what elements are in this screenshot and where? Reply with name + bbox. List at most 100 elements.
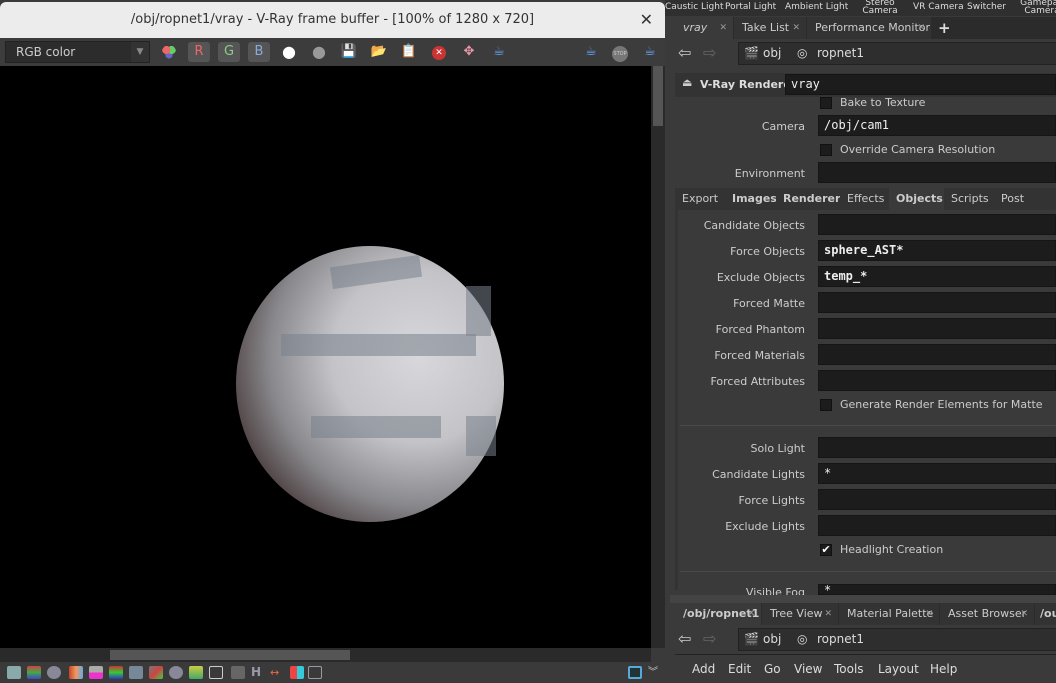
shelf-tool[interactable]: Portal Light — [725, 3, 776, 12]
tab-out[interactable]: /ou — [1035, 603, 1056, 625]
hsl-icon[interactable] — [89, 666, 103, 679]
tab-effects[interactable]: Effects — [840, 188, 893, 210]
folder-open-icon[interactable]: 📂 — [368, 42, 390, 62]
menu-help[interactable]: Help — [930, 662, 957, 676]
camera-field[interactable]: /obj/cam1 — [818, 115, 1056, 136]
back-arrow-icon[interactable]: ⇦ — [678, 629, 691, 648]
curves-icon[interactable] — [149, 666, 163, 679]
info-icon[interactable] — [47, 666, 61, 679]
force-objects-field[interactable]: sphere_AST* — [818, 240, 1056, 261]
shelf-tool[interactable]: Ambient Light — [785, 3, 848, 12]
green-channel-button[interactable]: G — [218, 42, 240, 62]
visible-fog-field[interactable]: * — [818, 584, 1056, 595]
solo-light-field[interactable] — [818, 437, 1056, 458]
vertical-scrollbar[interactable] — [651, 66, 665, 648]
forward-arrow-icon[interactable]: ⇨ — [703, 43, 716, 62]
shelf-tool[interactable]: Stereo Camera — [860, 0, 900, 16]
forced-phantom-field[interactable] — [818, 318, 1056, 339]
candidate-objects-field[interactable] — [818, 214, 1056, 235]
ab-compare-icon[interactable] — [290, 666, 304, 679]
tab-material-palette[interactable]: Material Palette ✕ — [839, 603, 939, 625]
breadcrumb-ropnet1[interactable]: ropnet1 — [817, 43, 864, 64]
tab-renderer[interactable]: Renderer — [776, 188, 849, 210]
generate-matte-checkbox[interactable] — [820, 399, 832, 411]
panel-icon[interactable] — [628, 666, 642, 679]
save-icon[interactable]: 💾 — [338, 42, 360, 62]
tab-vray[interactable]: vray ✕ — [675, 17, 733, 39]
tab-take-list[interactable]: Take List ✕ — [734, 17, 806, 39]
forced-matte-field[interactable] — [818, 292, 1056, 313]
menu-add[interactable]: Add — [692, 662, 715, 676]
teapot-region-icon[interactable]: ☕ — [488, 42, 510, 62]
window-icon[interactable] — [7, 666, 21, 679]
lut-icon[interactable] — [209, 666, 223, 679]
layers-icon[interactable] — [27, 666, 41, 679]
gray-circle-icon[interactable]: ● — [308, 42, 330, 62]
tab-export[interactable]: Export — [675, 188, 727, 210]
compare-icon[interactable]: ↔ — [270, 666, 284, 679]
tab-performance-monitor[interactable]: Performance Monitor ✕ — [807, 17, 931, 39]
override-checkbox[interactable] — [820, 144, 832, 156]
clear-icon[interactable]: ✕ — [428, 42, 450, 62]
breadcrumb-obj[interactable]: obj — [763, 43, 781, 64]
forward-arrow-icon[interactable]: ⇨ — [703, 629, 716, 648]
field-label: Candidate Lights — [712, 468, 805, 481]
menu-go[interactable]: Go — [764, 662, 781, 676]
horizontal-scroll-thumb[interactable] — [110, 650, 350, 660]
divider — [680, 425, 1056, 426]
tab-asset-browser[interactable]: Asset Browser ✕ — [940, 603, 1034, 625]
node-name-field[interactable]: vray — [785, 74, 1056, 95]
breadcrumb-ropnet1[interactable]: ropnet1 — [817, 629, 864, 650]
region-render-icon[interactable]: ✥ — [458, 42, 480, 62]
stop-icon[interactable]: STOP — [609, 42, 631, 62]
shelf-tool[interactable]: Switcher — [967, 3, 1006, 12]
headlight-checkbox[interactable]: ✔ — [820, 544, 832, 556]
color-correction-icon[interactable] — [69, 666, 83, 679]
tab-objects[interactable]: Objects — [889, 188, 951, 210]
menu-layout[interactable]: Layout — [878, 662, 919, 676]
window-title-bar: /obj/ropnet1/vray - V-Ray frame buffer -… — [0, 2, 665, 38]
exclude-objects-field[interactable]: temp_* — [818, 266, 1056, 287]
forced-materials-field[interactable] — [818, 344, 1056, 365]
h-icon[interactable]: H — [251, 666, 265, 679]
add-tab-icon[interactable]: + — [933, 17, 953, 39]
shelf-tool[interactable]: Gamepad Camera — [1017, 0, 1056, 16]
tab-post-translate[interactable]: Post Transl — [994, 188, 1056, 227]
color-channels-icon[interactable] — [158, 42, 180, 62]
breadcrumb-obj[interactable]: obj — [763, 629, 781, 650]
histogram-icon[interactable] — [129, 666, 143, 679]
chevron-down-double-icon[interactable]: ︾ — [648, 666, 662, 679]
force-lights-field[interactable] — [818, 489, 1056, 510]
environment-field[interactable] — [818, 162, 1056, 183]
shelf-tool[interactable]: VR Camera — [913, 3, 964, 12]
exposure-icon[interactable] — [169, 666, 183, 679]
menu-edit[interactable]: Edit — [728, 662, 751, 676]
red-channel-button[interactable]: R — [188, 42, 210, 62]
node-type-icon[interactable]: ⏏ — [682, 76, 692, 89]
render-view[interactable] — [0, 66, 651, 648]
candidate-lights-field[interactable]: * — [818, 463, 1056, 484]
menu-tools[interactable]: Tools — [834, 662, 864, 676]
pane-splitter[interactable] — [670, 595, 1056, 603]
back-arrow-icon[interactable]: ⇦ — [678, 43, 691, 62]
channel-select[interactable]: RGB color ▼ — [5, 41, 150, 63]
lens-effects-icon[interactable] — [308, 666, 322, 679]
bake-checkbox[interactable] — [820, 97, 832, 109]
levels-icon[interactable] — [109, 666, 123, 679]
background-image-icon[interactable] — [189, 666, 203, 679]
exclude-lights-field[interactable] — [818, 515, 1056, 536]
clipboard-icon[interactable]: 📋 — [398, 42, 420, 62]
camera-label: Camera — [761, 120, 805, 133]
menu-view[interactable]: View — [794, 662, 822, 676]
close-icon[interactable]: ✕ — [640, 2, 653, 38]
shelf-tool[interactable]: Caustic Light — [665, 3, 724, 12]
tab-obj-ropnet1[interactable]: /obj/ropnet1 ✕ — [675, 603, 761, 625]
tab-scripts[interactable]: Scripts — [944, 188, 997, 210]
white-circle-icon[interactable]: ● — [278, 42, 300, 62]
ocio-icon[interactable] — [231, 666, 245, 679]
teapot-icon[interactable]: ☕ — [639, 42, 661, 62]
render-teapot-icon[interactable]: ☕ — [580, 42, 602, 62]
forced-attributes-field[interactable] — [818, 370, 1056, 391]
tab-tree-view[interactable]: Tree View ✕ — [762, 603, 838, 625]
blue-channel-button[interactable]: B — [248, 42, 270, 62]
